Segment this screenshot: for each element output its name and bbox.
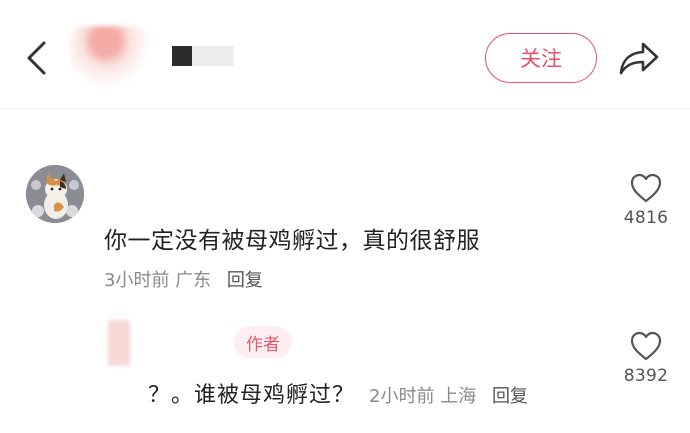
reply-like-count: 8392 bbox=[623, 366, 669, 386]
cat-avatar-image bbox=[26, 165, 84, 223]
back-button[interactable] bbox=[18, 38, 54, 78]
comment-text: 你一定没有被母鸡孵过，真的很舒服 bbox=[104, 228, 480, 254]
reply-meta: 2小时前 上海 回复 bbox=[369, 382, 528, 408]
reply-location: 上海 bbox=[440, 386, 477, 407]
author-badge-label: 作者 bbox=[246, 334, 280, 355]
top-bar: 关注 bbox=[0, 0, 690, 109]
reply-avatar-blurred[interactable] bbox=[108, 320, 130, 366]
comment-location: 广东 bbox=[175, 270, 212, 291]
comment-meta: 3小时前 广东 回复 bbox=[104, 266, 263, 292]
share-icon bbox=[619, 42, 659, 75]
author-avatar-blurred[interactable] bbox=[70, 26, 150, 86]
like-control: 4816 bbox=[616, 172, 676, 228]
reply-reply-button[interactable]: 回复 bbox=[492, 386, 528, 407]
follow-button[interactable]: 关注 bbox=[485, 33, 597, 83]
author-name-redacted bbox=[172, 46, 234, 66]
heart-icon[interactable] bbox=[629, 330, 663, 362]
follow-button-label: 关注 bbox=[520, 47, 562, 71]
share-button[interactable] bbox=[614, 38, 664, 78]
reply-like-control: 8392 bbox=[616, 330, 676, 386]
comment-time: 3小时前 bbox=[104, 270, 170, 291]
commenter-avatar[interactable] bbox=[26, 165, 84, 223]
comment-page: 关注 你一定没有被母鸡孵过，真的很舒服 3小时前 广东 回复 4816 作者 ？… bbox=[0, 0, 690, 433]
reply-button[interactable]: 回复 bbox=[227, 270, 263, 291]
reply-text: ？。谁被母鸡孵过？ bbox=[148, 383, 356, 408]
back-arrow-icon bbox=[27, 41, 46, 75]
reply-comment: ？。谁被母鸡孵过？ 2小时前 上海 回复 bbox=[148, 377, 528, 409]
heart-icon[interactable] bbox=[629, 172, 663, 204]
reply-time: 2小时前 bbox=[369, 386, 435, 407]
like-count: 4816 bbox=[623, 208, 669, 228]
author-badge: 作者 bbox=[234, 326, 292, 358]
